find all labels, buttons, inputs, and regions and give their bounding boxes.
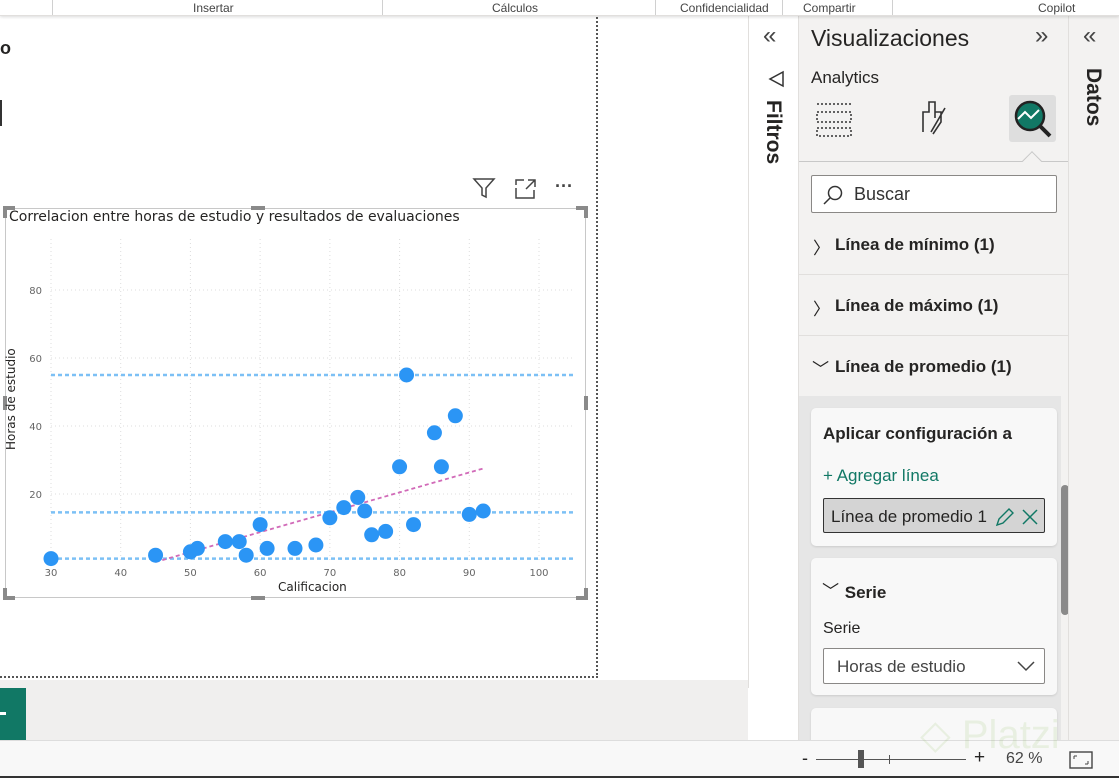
data-point xyxy=(433,459,449,475)
data-point xyxy=(217,534,233,550)
chevron-right-icon: 〉 xyxy=(813,239,830,258)
data-pane[interactable]: « Datos xyxy=(1068,10,1119,740)
collapse-data-button[interactable]: « xyxy=(1083,22,1096,50)
ribbon-group-copilot[interactable]: Copilot xyxy=(1038,1,1075,15)
x-tick-label: 30 xyxy=(45,568,58,579)
section-max-line[interactable]: 〉 Línea de máximo (1) xyxy=(799,275,1069,336)
data-point xyxy=(336,500,352,516)
data-point xyxy=(392,459,408,475)
x-tick-label: 90 xyxy=(463,568,476,579)
format-visual-icon[interactable] xyxy=(915,98,955,143)
filter-icon xyxy=(767,70,785,93)
analytics-label: Analytics xyxy=(811,68,880,87)
x-tick-label: 100 xyxy=(529,568,548,579)
series-card: 〉 Serie Serie Horas de estudio xyxy=(811,558,1057,695)
data-point xyxy=(461,506,477,522)
section-min-line[interactable]: 〉 Línea de mínimo (1) xyxy=(799,214,1069,275)
pane-title: Visualizaciones xyxy=(811,25,970,51)
ribbon: Insertar Cálculos Confidencialidad Compa… xyxy=(0,0,1119,16)
close-icon[interactable] xyxy=(1020,507,1040,527)
data-point xyxy=(399,367,415,383)
x-tick-label: 80 xyxy=(393,568,406,579)
ribbon-group-calculos[interactable]: Cálculos xyxy=(492,1,538,15)
zoom-slider[interactable] xyxy=(816,759,966,760)
collapse-filters-button[interactable]: « xyxy=(763,22,776,50)
section-average-line[interactable]: 〉 Línea de promedio (1) xyxy=(799,336,1069,397)
x-axis-label: Calificacion xyxy=(278,580,347,594)
series-header[interactable]: 〉 Serie xyxy=(820,578,886,603)
add-line-button[interactable]: + Agregar línea xyxy=(823,466,939,486)
chevron-right-icon: 〉 xyxy=(813,300,830,319)
x-tick-label: 60 xyxy=(254,568,267,579)
filters-pane[interactable]: « Filtros xyxy=(748,10,798,688)
data-point xyxy=(252,517,268,533)
selected-line-item[interactable]: Línea de promedio 1 xyxy=(823,498,1045,533)
page-tabs-bar xyxy=(0,680,748,740)
scatter-chart: 30 40 50 60 70 80 90 100 20 40 60 80 xyxy=(29,239,574,579)
data-point xyxy=(231,534,247,550)
data-point xyxy=(426,425,442,441)
data-point xyxy=(238,547,254,563)
data-point xyxy=(406,517,422,533)
y-tick-label: 60 xyxy=(29,354,42,365)
search-icon xyxy=(823,185,843,205)
data-title: Datos xyxy=(1082,68,1105,127)
y-tick-label: 40 xyxy=(29,422,42,433)
data-point xyxy=(350,489,366,505)
apply-settings-card: Aplicar configuración a + Agregar línea … xyxy=(811,408,1057,546)
x-tick-label: 40 xyxy=(114,568,127,579)
data-point xyxy=(287,540,303,556)
data-point xyxy=(259,540,275,556)
ribbon-group-compartir[interactable]: Compartir xyxy=(803,1,856,15)
data-point xyxy=(43,551,59,567)
visualizations-pane: Visualizaciones » Analytics Buscar 〉 Líne… xyxy=(798,10,1069,748)
zoom-out-button[interactable]: - xyxy=(802,748,808,769)
y-tick-label: 20 xyxy=(29,490,42,501)
data-point xyxy=(322,510,338,526)
x-tick-label: 50 xyxy=(184,568,197,579)
data-point xyxy=(364,527,380,543)
search-input[interactable]: Buscar xyxy=(811,175,1057,213)
fit-to-page-icon[interactable] xyxy=(1069,751,1093,769)
data-point xyxy=(447,408,463,424)
x-tick-label: 70 xyxy=(323,568,336,579)
data-point xyxy=(189,540,205,556)
y-tick-label: 80 xyxy=(29,286,42,297)
expand-pane-button[interactable]: » xyxy=(1035,22,1048,50)
ribbon-group-insertar[interactable]: Insertar xyxy=(193,1,234,15)
platzi-watermark-logo: ◇ Platzi xyxy=(920,713,1060,757)
series-label: Serie xyxy=(823,620,861,637)
data-point xyxy=(357,503,373,519)
data-point xyxy=(148,547,164,563)
filters-title: Filtros xyxy=(762,100,785,165)
ribbon-group-confidencialidad[interactable]: Confidencialidad xyxy=(680,1,769,15)
build-visual-icon[interactable] xyxy=(815,100,855,145)
chevron-down-icon xyxy=(1017,661,1035,672)
chevron-down-icon: 〉 xyxy=(810,360,829,377)
data-point xyxy=(378,523,394,539)
series-select[interactable]: Horas de estudio xyxy=(823,648,1045,684)
y-axis-label: Horas de estudio xyxy=(4,348,18,450)
analytics-icon[interactable] xyxy=(1009,95,1056,142)
data-point xyxy=(308,537,324,553)
zoom-slider-thumb[interactable] xyxy=(858,750,864,768)
add-page-button[interactable] xyxy=(0,688,26,740)
data-point xyxy=(475,503,491,519)
edit-pencil-icon[interactable] xyxy=(994,506,1016,528)
